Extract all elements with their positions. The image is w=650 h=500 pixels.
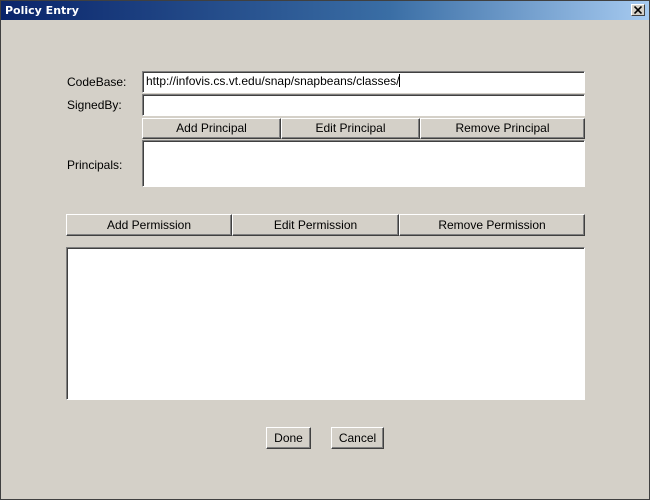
codebase-value: http://infovis.cs.vt.edu/snap/snapbeans/… xyxy=(146,74,400,88)
edit-principal-button[interactable]: Edit Principal xyxy=(281,118,420,139)
done-button[interactable]: Done xyxy=(266,427,311,449)
cancel-button[interactable]: Cancel xyxy=(331,427,384,449)
title-bar[interactable]: Policy Entry xyxy=(1,1,649,20)
principals-list[interactable] xyxy=(142,140,585,187)
add-permission-button[interactable]: Add Permission xyxy=(66,214,232,236)
add-principal-button[interactable]: Add Principal xyxy=(142,118,281,139)
signedby-label: SignedBy: xyxy=(67,98,122,112)
remove-permission-button[interactable]: Remove Permission xyxy=(399,214,585,236)
codebase-label: CodeBase: xyxy=(67,75,127,89)
codebase-input[interactable]: http://infovis.cs.vt.edu/snap/snapbeans/… xyxy=(142,71,585,93)
window-title: Policy Entry xyxy=(5,4,79,17)
principals-label: Principals: xyxy=(67,158,123,172)
close-button[interactable] xyxy=(631,4,645,16)
close-icon xyxy=(634,6,642,14)
edit-permission-button[interactable]: Edit Permission xyxy=(232,214,399,236)
signedby-input[interactable] xyxy=(142,94,585,116)
text-caret xyxy=(399,74,401,87)
policy-entry-window: Policy Entry CodeBase: http://infovis.cs… xyxy=(0,0,650,500)
remove-principal-button[interactable]: Remove Principal xyxy=(420,118,585,139)
permissions-list[interactable] xyxy=(66,247,585,400)
